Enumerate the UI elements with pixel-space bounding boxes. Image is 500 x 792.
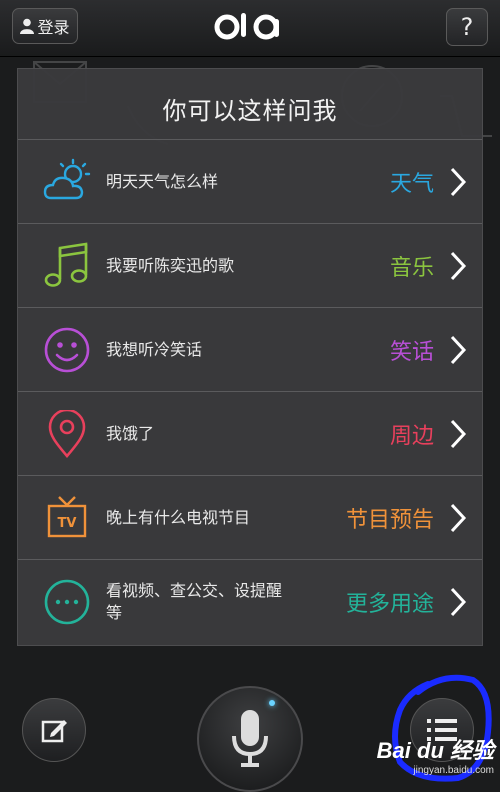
suggestion-category: 笑话	[389, 340, 434, 365]
chevron-right-icon	[450, 587, 467, 617]
status-dot	[269, 700, 275, 706]
suggestion-row-joke[interactable]: 我想听冷笑话 笑话	[18, 307, 482, 391]
weather-icon	[43, 158, 91, 200]
suggestion-question: 晚上有什么电视节目	[106, 508, 251, 527]
chevron-right-icon	[450, 167, 467, 197]
suggestion-row-tv[interactable]: TV 晚上有什么电视节目 节目预告	[18, 475, 482, 559]
ola-logo	[214, 13, 279, 40]
suggestion-question: 我饿了	[106, 424, 155, 443]
svg-text:TV: TV	[58, 516, 77, 531]
edit-icon	[41, 720, 67, 743]
edit-button[interactable]	[22, 698, 86, 762]
panel-title: 你可以这样问我	[162, 97, 338, 125]
microphone-icon	[232, 710, 268, 767]
suggestion-row-weather[interactable]: 明天天气怎么样 天气	[18, 139, 482, 223]
chevron-right-icon	[450, 419, 467, 449]
suggestion-question: 明天天气怎么样	[106, 172, 219, 191]
tv-icon: TV	[47, 496, 87, 538]
suggestion-row-music[interactable]: 我要听陈奕迅的歌 音乐	[18, 223, 482, 307]
suggestion-category: 天气	[389, 172, 434, 197]
baidu-watermark: Bai du 经验 jingyan.baidu.com	[377, 733, 494, 776]
login-label: 登录	[37, 18, 70, 37]
login-button[interactable]: 登录	[12, 8, 78, 44]
suggestion-question: 我想听冷笑话	[106, 340, 203, 359]
music-note-icon	[44, 242, 88, 287]
suggestion-category: 节目预告	[345, 508, 434, 533]
suggestion-question: 我要听陈奕迅的歌	[106, 256, 235, 275]
suggestion-row-more[interactable]: 看视频、查公交、设提醒等 更多用途	[18, 559, 482, 643]
watermark-url: jingyan.baidu.com	[413, 765, 494, 776]
help-button[interactable]: ?	[446, 8, 488, 46]
suggestions-panel: 你可以这样问我 明天天气怎么样 天气 我要听陈奕迅的歌 音乐 我想听冷笑话 笑话…	[17, 68, 483, 646]
location-pin-icon	[48, 410, 86, 458]
watermark-main: Bai du 经验	[376, 738, 494, 763]
chevron-right-icon	[450, 251, 467, 281]
top-bar: 登录 ?	[0, 0, 500, 57]
help-label: ?	[460, 13, 474, 41]
more-icon	[44, 579, 90, 625]
suggestion-category: 音乐	[389, 256, 434, 281]
microphone-button[interactable]	[197, 686, 303, 792]
bottom-bar: Bai du 经验 jingyan.baidu.com	[0, 646, 500, 792]
chevron-right-icon	[450, 335, 467, 365]
suggestion-question: 看视频、查公交、设提醒等	[106, 581, 283, 622]
suggestion-row-nearby[interactable]: 我饿了 周边	[18, 391, 482, 475]
smiley-icon	[44, 327, 90, 373]
suggestion-category: 周边	[389, 424, 434, 449]
suggestion-category: 更多用途	[345, 592, 434, 617]
user-icon	[20, 18, 35, 34]
chevron-right-icon	[450, 503, 467, 533]
